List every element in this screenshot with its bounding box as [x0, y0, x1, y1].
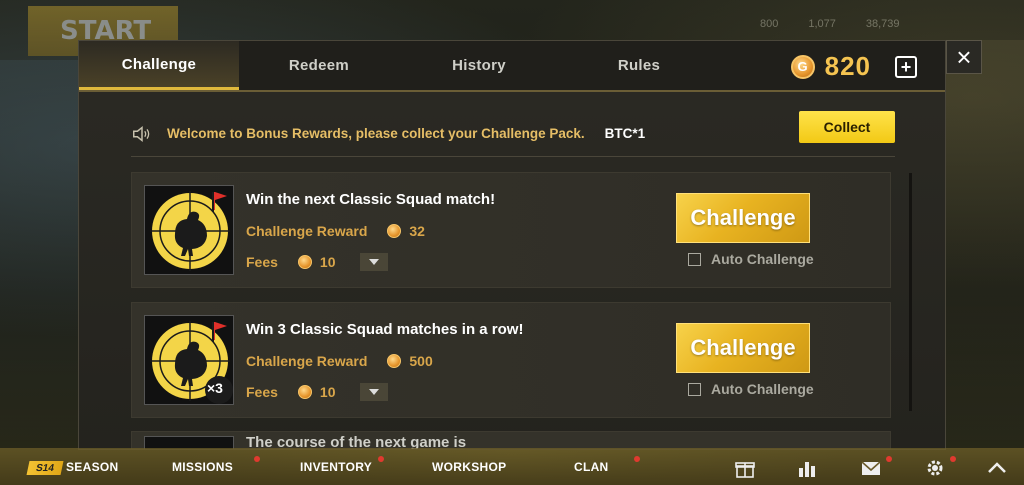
speaker-icon — [133, 125, 150, 142]
auto-challenge-checkbox[interactable] — [688, 382, 701, 396]
gift-icon[interactable] — [734, 458, 756, 478]
chicken-target-icon — [144, 185, 234, 275]
challenge-reward-label: Challenge Reward — [246, 353, 368, 369]
coin-icon — [387, 224, 402, 238]
coin-icon — [387, 354, 402, 368]
auto-challenge-label: Auto Challenge — [711, 381, 814, 397]
fees-label: Fees — [246, 384, 278, 400]
announcement-text: Welcome to Bonus Rewards, please collect… — [167, 126, 585, 141]
challenge-card: Win the next Classic Squad match! Challe… — [131, 172, 891, 288]
challenge-button[interactable]: Challenge — [676, 323, 810, 373]
gear-icon[interactable] — [924, 458, 946, 478]
nav-missions[interactable]: MISSIONS — [172, 460, 233, 474]
chevron-down-icon — [368, 259, 379, 265]
stat-value: 800 — [760, 18, 779, 30]
announcement-bar: Welcome to Bonus Rewards, please collect… — [131, 111, 895, 157]
tab-redeem[interactable]: Redeem — [239, 41, 399, 90]
coin-icon: G — [790, 54, 815, 79]
auto-challenge-row[interactable]: Auto Challenge — [688, 251, 814, 267]
challenge-button[interactable]: Challenge — [676, 193, 810, 243]
scrollbar-thumb[interactable] — [909, 173, 912, 411]
challenge-reward-row: Challenge Reward 500 — [246, 353, 433, 369]
challenge-title: Win the next Classic Squad match! — [246, 191, 496, 208]
fees-dropdown[interactable] — [359, 383, 388, 401]
challenge-reward-value: 500 — [409, 353, 433, 369]
coin-balance-value: 820 — [824, 51, 871, 81]
bottom-nav-bar: S14 SEASON MISSIONS INVENTORY WORKSHOP C… — [0, 448, 1024, 485]
tab-history[interactable]: History — [399, 41, 559, 90]
notification-dot — [378, 456, 384, 462]
fees-value: 10 — [319, 384, 336, 400]
bonus-challenge-modal: Challenge Redeem History Rules G 820 + W… — [78, 40, 946, 450]
close-button[interactable]: × — [946, 40, 982, 74]
auto-challenge-checkbox[interactable] — [688, 252, 701, 266]
nav-inventory[interactable]: INVENTORY — [300, 460, 372, 474]
chevron-down-icon — [368, 389, 379, 395]
mail-icon[interactable] — [860, 458, 882, 478]
currency-stats-background: 800 1,077 38,739 — [760, 18, 900, 30]
notification-dot — [634, 456, 640, 462]
challenge-card: ×3 Win 3 Classic Squad matches in a row!… — [131, 302, 891, 418]
fees-dropdown[interactable] — [359, 253, 388, 271]
challenge-reward-label: Challenge Reward — [246, 223, 368, 239]
coin-balance: G 820 + — [790, 51, 917, 82]
right-panel-background — [946, 40, 1024, 440]
auto-challenge-label: Auto Challenge — [711, 251, 814, 267]
tab-challenge[interactable]: Challenge — [79, 41, 239, 90]
chevron-up-icon[interactable] — [986, 458, 1008, 478]
nav-workshop[interactable]: WORKSHOP — [432, 460, 506, 474]
collect-button[interactable]: Collect — [799, 111, 895, 143]
add-coins-button[interactable]: + — [895, 55, 917, 78]
stat-value: 1,077 — [808, 18, 836, 30]
fees-row: Fees 10 — [246, 253, 388, 271]
fees-row: Fees 10 — [246, 383, 388, 401]
stat-value: 38,739 — [865, 18, 900, 30]
multiplier-badge: ×3 — [207, 380, 223, 396]
fees-label: Fees — [246, 254, 278, 270]
auto-challenge-row[interactable]: Auto Challenge — [688, 381, 814, 397]
challenge-pack-code: BTC*1 — [604, 126, 646, 141]
challenge-reward-row: Challenge Reward 32 — [246, 223, 425, 239]
tab-rules[interactable]: Rules — [559, 41, 719, 90]
coin-icon — [297, 385, 312, 399]
season-badge: S14 — [26, 461, 64, 475]
challenge-title: Win 3 Classic Squad matches in a row! — [246, 321, 524, 338]
nav-clan[interactable]: CLAN — [574, 460, 609, 474]
scrollbar[interactable] — [909, 173, 912, 411]
notification-dot — [950, 456, 956, 462]
left-panel-background — [0, 60, 78, 440]
notification-dot — [886, 456, 892, 462]
nav-season[interactable]: SEASON — [66, 460, 118, 474]
coin-icon — [297, 255, 312, 269]
chicken-target-icon: ×3 — [144, 315, 234, 405]
fees-value: 10 — [319, 254, 336, 270]
challenge-reward-value: 32 — [409, 223, 425, 239]
notification-dot — [254, 456, 260, 462]
stats-icon[interactable] — [796, 458, 818, 478]
